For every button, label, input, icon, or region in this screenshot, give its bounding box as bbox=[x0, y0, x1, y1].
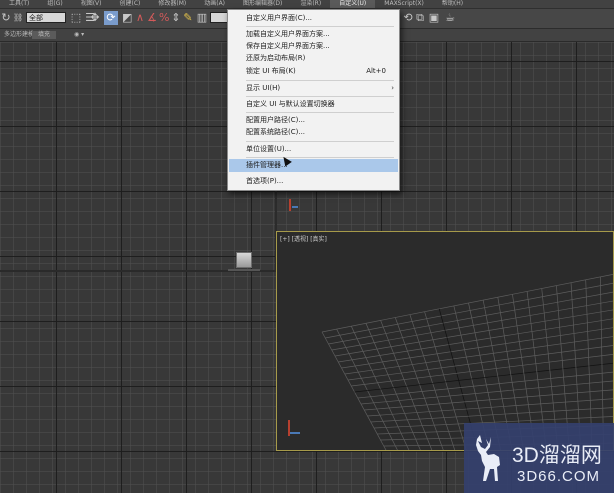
menuitem-preferences[interactable]: 首选项(P)... bbox=[229, 175, 398, 188]
perspective-viewport[interactable]: [+] [透视] [真实] bbox=[276, 231, 614, 451]
grid-line bbox=[367, 398, 613, 417]
menu-create[interactable]: 创建(C) bbox=[111, 0, 150, 8]
deer-logo-icon bbox=[476, 435, 500, 481]
perspective-viewport-label[interactable]: [+] [透视] [真实] bbox=[280, 234, 327, 243]
watermark-logo: 3D溜溜网 3D66.COM bbox=[464, 423, 614, 493]
grid-line bbox=[334, 309, 613, 357]
menu-modifiers[interactable]: 修改器(M) bbox=[149, 0, 195, 8]
menuitem-configure-system-paths[interactable]: 配置系统路径(C)... bbox=[229, 126, 398, 139]
redo-icon[interactable]: ↻ bbox=[1, 11, 11, 25]
menuitem-units-setup[interactable]: 单位设置(U)... bbox=[229, 143, 398, 156]
menu-help[interactable]: 帮助(H) bbox=[433, 0, 472, 8]
ribbon-tab-fill[interactable]: 填充 bbox=[32, 31, 57, 39]
percent-snap-icon[interactable]: % bbox=[159, 11, 169, 25]
menu-group[interactable]: 组(G) bbox=[38, 0, 71, 8]
menuitem-customize-ui[interactable]: 自定义用户界面(C)... bbox=[229, 12, 398, 25]
perspective-axis-tripod-y bbox=[290, 432, 300, 434]
menuitem-label: 单位设置(U)... bbox=[246, 145, 292, 153]
menuitem-label: 配置系统路径(C)... bbox=[246, 128, 306, 136]
mirror-icon[interactable]: ▥ bbox=[196, 11, 208, 25]
link-icon[interactable]: ⛓ bbox=[13, 11, 23, 25]
menuitem-label: 自定义用户界面(C)... bbox=[246, 14, 313, 22]
menu-animation[interactable]: 动画(A) bbox=[195, 0, 234, 8]
ribbon-left-label[interactable]: 多边形建模 bbox=[4, 31, 34, 39]
grid-line bbox=[351, 353, 613, 387]
perspective-grid bbox=[321, 274, 613, 450]
submenu-arrow-icon: › bbox=[391, 84, 394, 92]
select-and-rotate-icon[interactable]: ⟳ bbox=[104, 11, 118, 25]
menuitem-label: 显示 UI(H) bbox=[246, 84, 281, 92]
snap-icon[interactable]: ∧ bbox=[135, 11, 145, 25]
material-editor-icon[interactable]: ⟲ bbox=[402, 11, 414, 25]
world-axis-tripod-y bbox=[292, 206, 298, 208]
scale-icon[interactable]: ◩ bbox=[122, 11, 132, 25]
select-object-icon[interactable]: ⬚ bbox=[70, 11, 82, 25]
render-icon[interactable]: ☕ bbox=[443, 11, 457, 25]
menu-separator bbox=[246, 96, 394, 97]
spinner-snap-icon[interactable]: ⇕ bbox=[171, 11, 181, 25]
rendered-frame-icon[interactable]: ▣ bbox=[428, 11, 440, 25]
grid-line bbox=[409, 314, 456, 450]
selection-filter-dropdown[interactable]: 全部 bbox=[26, 12, 66, 23]
grid-line bbox=[394, 317, 444, 450]
grid-line bbox=[370, 407, 613, 423]
menu-separator bbox=[246, 80, 394, 81]
menuitem-label: 配置用户路径(C)... bbox=[246, 116, 306, 124]
ribbon-display-dropdown[interactable]: ◉ ▾ bbox=[74, 31, 84, 39]
menu-separator bbox=[246, 26, 394, 27]
menu-maxscript[interactable]: MAXScript(X) bbox=[375, 0, 433, 8]
menuitem-label: 还原为启动布局(R) bbox=[246, 54, 306, 62]
menuitem-label: 首选项(P)... bbox=[246, 177, 284, 185]
named-selection-field[interactable] bbox=[210, 12, 228, 23]
menuitem-label: 锁定 UI 布局(K) bbox=[246, 67, 296, 75]
shortcut-label: Alt+0 bbox=[366, 67, 386, 75]
grid-line bbox=[321, 274, 613, 333]
customize-dropdown-menu: 自定义用户界面(C)... 加载自定义用户界面方案... 保存自定义用户界面方案… bbox=[227, 9, 400, 191]
menu-separator bbox=[246, 112, 394, 113]
angle-snap-icon[interactable]: ∡ bbox=[147, 11, 157, 25]
menubar: 工具(T) 组(G) 视图(V) 创建(C) 修改器(M) 动画(A) 图形编辑… bbox=[0, 0, 614, 9]
menu-tools[interactable]: 工具(T) bbox=[0, 0, 38, 8]
menuitem-show-ui[interactable]: 显示 UI(H) › bbox=[229, 82, 398, 95]
world-axis-tripod bbox=[289, 199, 291, 211]
menu-rendering[interactable]: 渲染(R) bbox=[291, 0, 330, 8]
grid-line bbox=[344, 336, 613, 375]
grid-line bbox=[341, 327, 613, 369]
menuitem-ui-defaults-switcher[interactable]: 自定义 UI 与默认设置切换器 bbox=[229, 98, 398, 111]
menuitem-label: 加载自定义用户界面方案... bbox=[246, 30, 330, 38]
menu-separator bbox=[246, 141, 394, 142]
box-object[interactable] bbox=[236, 252, 252, 268]
object-shadow bbox=[228, 269, 260, 271]
grid-line bbox=[357, 371, 613, 399]
grid-line bbox=[347, 345, 613, 381]
watermark-brand: 3D溜溜网 bbox=[512, 444, 602, 467]
menuitem-label: 自定义 UI 与默认设置切换器 bbox=[246, 100, 335, 108]
menu-graph-editors[interactable]: 图形编辑器(D) bbox=[234, 0, 291, 8]
edit-named-selection-icon[interactable]: ✎ bbox=[183, 11, 193, 25]
menuitem-plugin-manager[interactable]: 插件管理器... bbox=[229, 159, 398, 172]
menu-customize[interactable]: 自定义(U) bbox=[330, 0, 376, 8]
menuitem-lock-ui-layout[interactable]: 锁定 UI 布局(K) Alt+0 bbox=[229, 65, 398, 78]
grid-line bbox=[364, 389, 613, 411]
grid-line bbox=[360, 380, 613, 405]
watermark-url: 3D66.COM bbox=[517, 468, 601, 485]
menuitem-revert-startup-layout[interactable]: 还原为启动布局(R) bbox=[229, 52, 398, 65]
render-setup-icon[interactable]: ⧉ bbox=[414, 11, 426, 25]
menuitem-label: 保存自定义用户界面方案... bbox=[246, 42, 330, 50]
menu-view[interactable]: 视图(V) bbox=[72, 0, 111, 8]
menu-separator bbox=[246, 157, 394, 158]
move-icon[interactable]: ✥ bbox=[89, 11, 101, 25]
